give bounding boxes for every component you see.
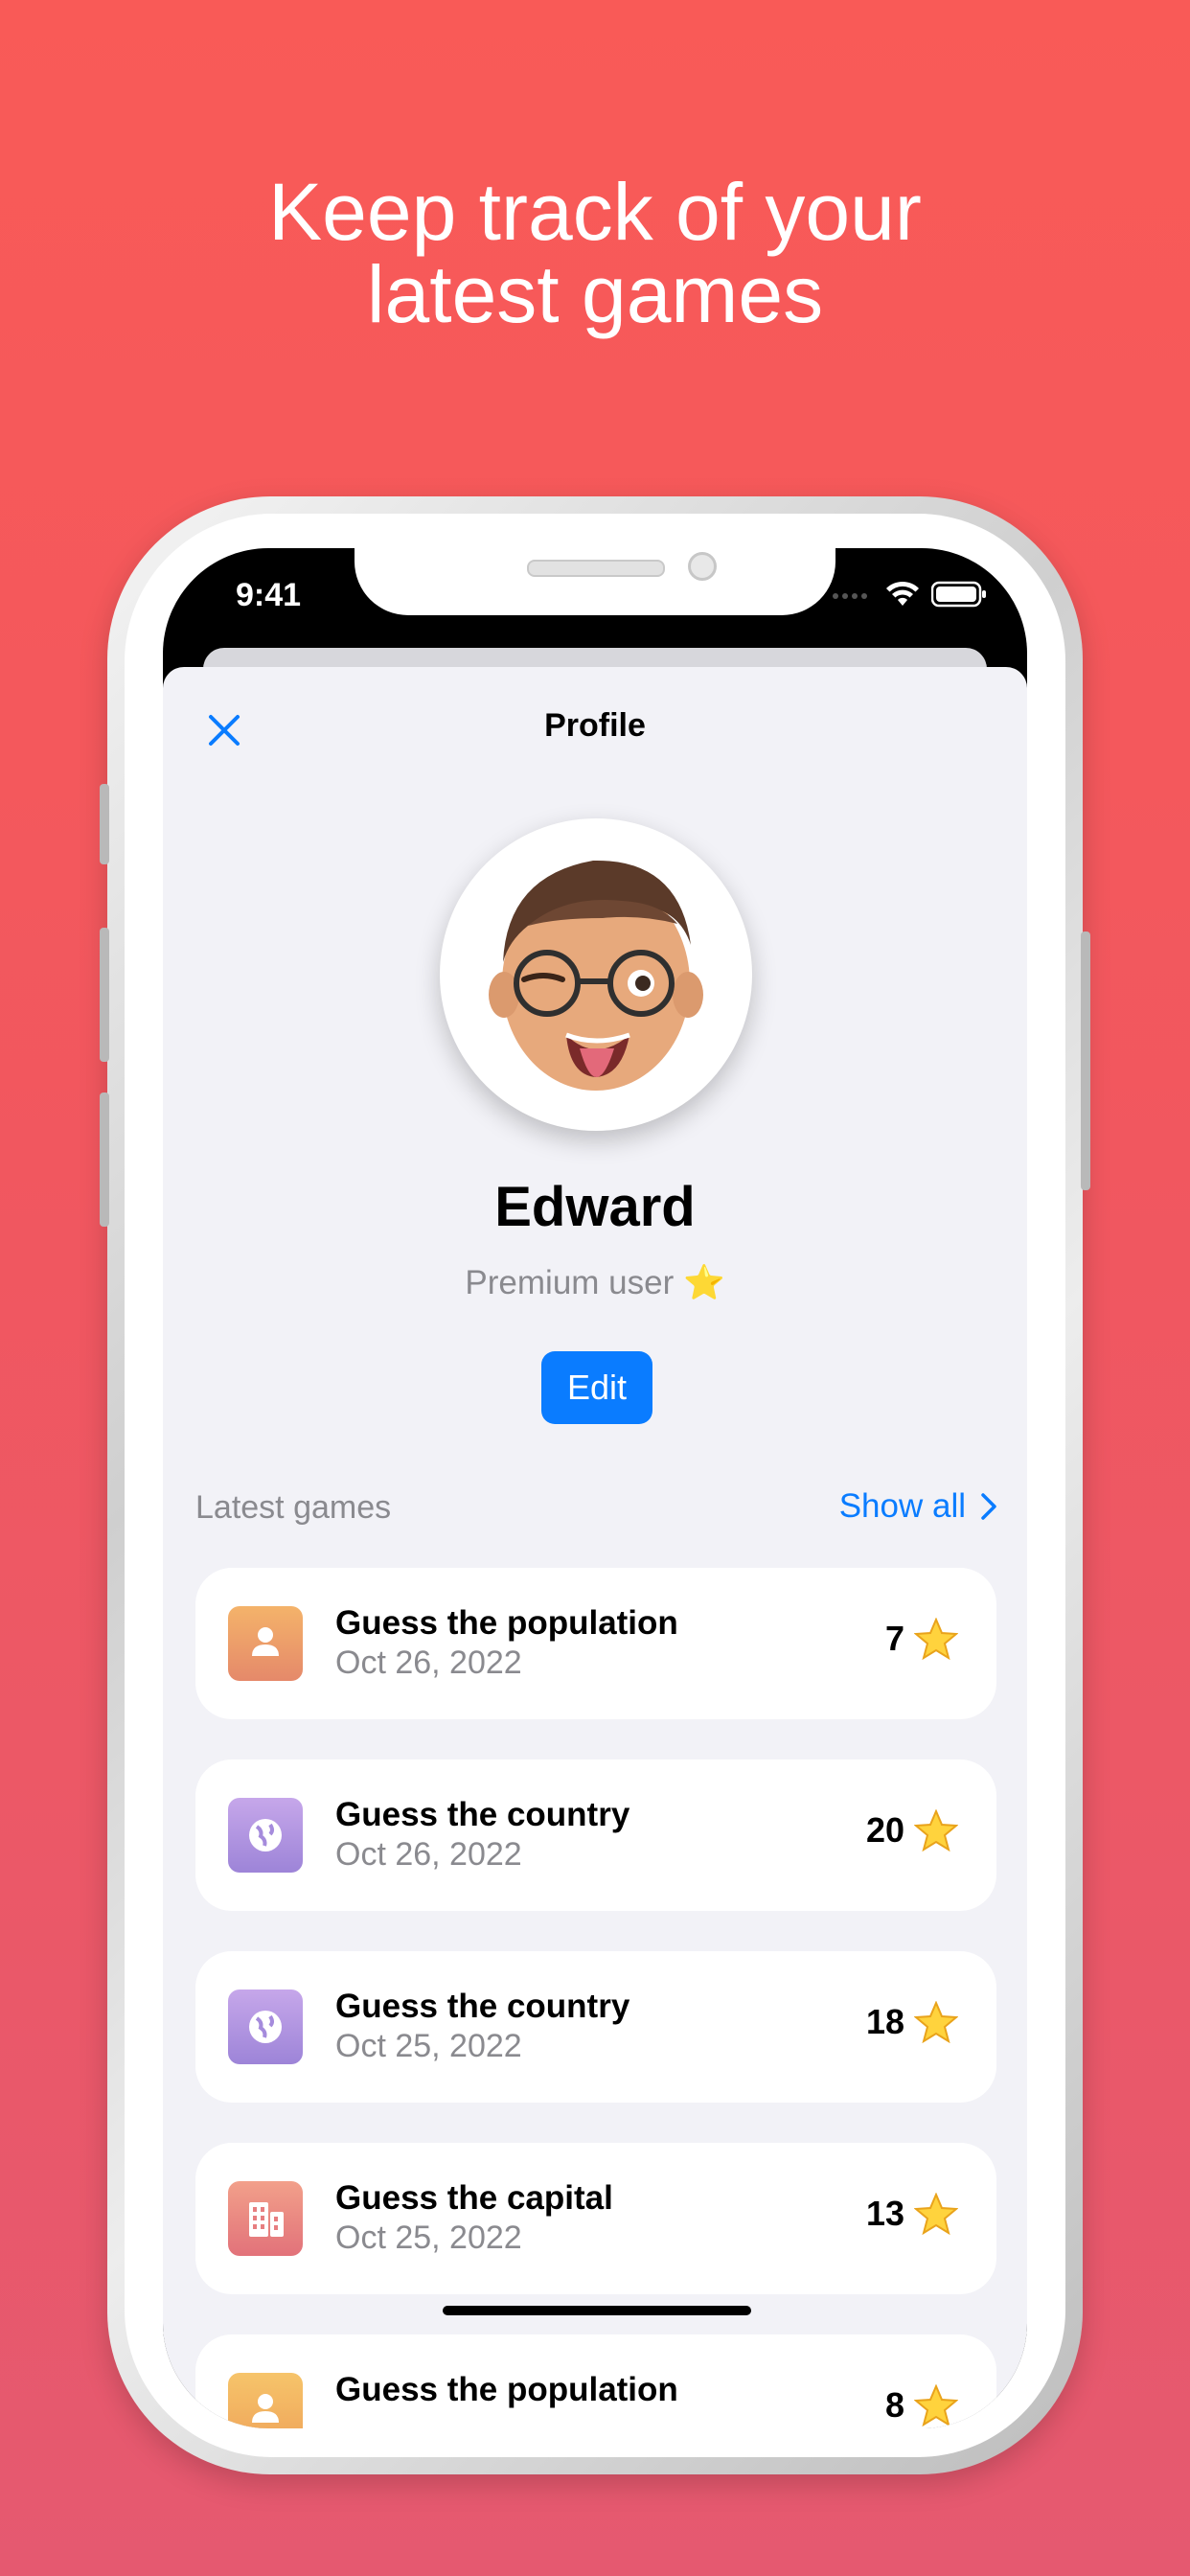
avatar[interactable] [440,818,752,1131]
status-icons [832,581,987,608]
star-icon [914,2384,958,2426]
volume-up-button [100,928,109,1062]
person-icon [252,2394,279,2423]
profile-sheet: Profile Edward Premium user ⭐ Edit Lates… [163,667,1027,2428]
game-score: 20 [866,1809,958,1852]
score-value: 8 [884,2385,904,2425]
show-all-label: Show all [838,1487,966,1525]
globe-icon [249,2011,282,2043]
user-tier: Premium user ⭐ [465,1264,725,1301]
globe-icon [249,1819,282,1852]
signal-icon [833,593,867,599]
game-title: Guess the country [335,1988,630,2025]
game-row[interactable]: Guess the capital Oct 25, 2022 13 [195,2143,996,2294]
user-name: Edward [494,1176,696,1238]
game-date: Oct 26, 2022 [335,1836,522,1873]
show-all-button[interactable]: Show all [839,1487,998,1526]
game-score: 8 [885,2384,958,2426]
notch [355,548,835,615]
game-score: 13 [866,2193,958,2235]
score-value: 13 [865,2194,904,2233]
game-row[interactable]: Guess the country Oct 26, 2022 20 [195,1760,996,1911]
game-row[interactable]: Guess the population 8 [195,2334,996,2428]
score-value: 7 [884,1619,904,1658]
speaker-grille [527,560,665,577]
game-date: Oct 25, 2022 [335,2028,522,2064]
game-score: 18 [866,2001,958,2043]
building-icon [249,2202,284,2237]
battery-icon [931,581,986,608]
score-value: 18 [865,2002,904,2041]
wifi-icon [886,581,919,606]
home-indicator[interactable] [443,2306,751,2315]
game-icon-1 [228,1798,303,1873]
star-icon [914,2193,958,2235]
game-icon-0 [228,1606,303,1681]
game-icon-2 [228,1990,303,2064]
game-date: Oct 26, 2022 [335,1644,522,1681]
front-camera [688,552,717,581]
page-title: Profile [544,707,646,744]
latest-games-label: Latest games [195,1489,392,1526]
memoji-avatar-icon [489,860,703,1091]
game-title: Guess the population [335,1604,678,1642]
game-title: Guess the country [335,1796,630,1833]
chevron-right-icon [981,1493,996,1520]
game-title: Guess the population [335,2371,678,2408]
game-icon-4 [228,2373,303,2428]
mute-switch [100,784,109,864]
star-icon [914,1618,958,1660]
status-time: 9:41 [236,577,302,613]
power-button [1081,932,1090,1190]
headline: Keep track of your latest games [0,171,1190,335]
game-row[interactable]: Guess the country Oct 25, 2022 18 [195,1951,996,2103]
person-icon [252,1627,279,1656]
headline-line-1: Keep track of your [268,167,922,257]
edit-button[interactable]: Edit [541,1351,652,1424]
volume-down-button [100,1092,109,1227]
game-row[interactable]: Guess the population Oct 26, 2022 7 [195,1568,996,1719]
phone-screen: 9:41 Profile Edward Premium user ⭐ Edit … [163,548,1027,2428]
star-icon [914,2001,958,2043]
headline-line-2: latest games [366,249,824,339]
game-title: Guess the capital [335,2179,613,2217]
star-icon [914,1809,958,1852]
score-value: 20 [865,1810,904,1850]
game-date: Oct 25, 2022 [335,2220,522,2256]
game-icon-3 [228,2181,303,2256]
game-score: 7 [885,1618,958,1660]
